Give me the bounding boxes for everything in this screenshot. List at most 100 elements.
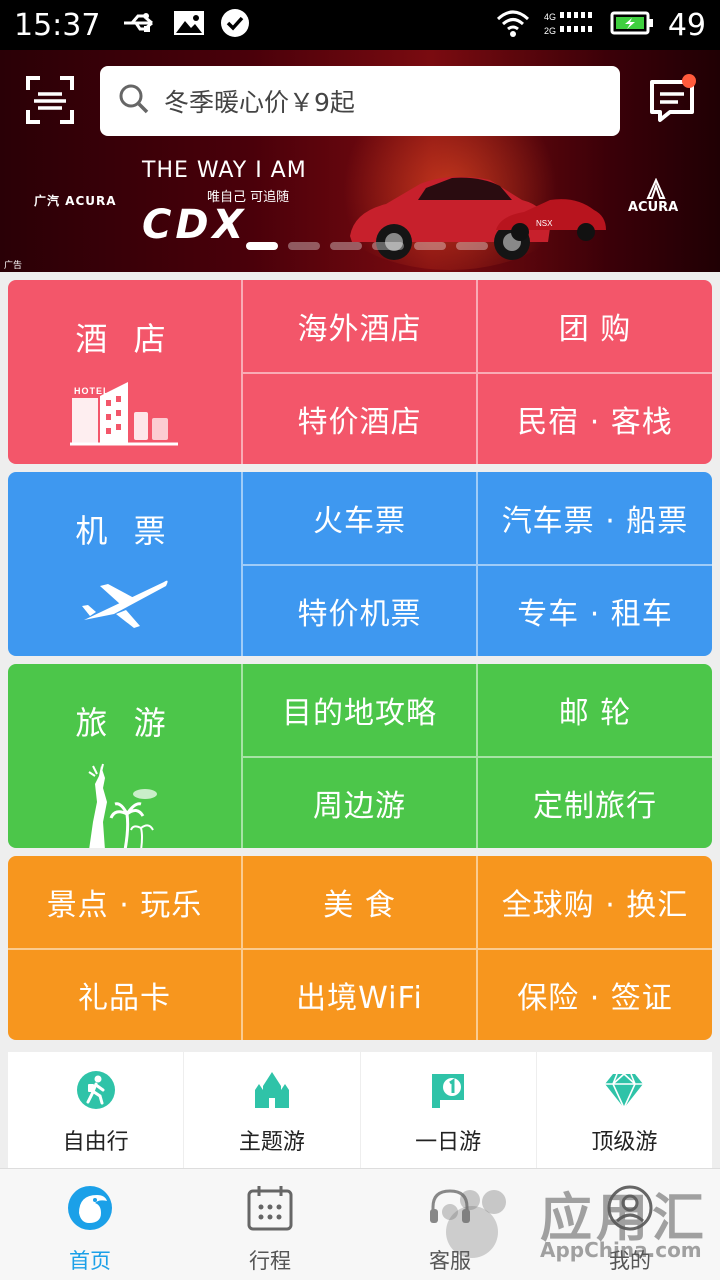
attractions-label: 景点 · 玩乐 — [46, 888, 203, 923]
hotel-icon: HOTEL — [69, 378, 180, 456]
one-day-flag-icon — [428, 1070, 468, 1114]
wifi-rental-label: 出境WiFi — [296, 981, 423, 1016]
day-tour-label: 一日游 — [415, 1130, 482, 1155]
nearby-tour-label: 周边游 — [313, 789, 406, 824]
discount-flight-tile[interactable]: 特价机票 — [241, 564, 476, 656]
search-bar[interactable]: 冬季暖心价￥9起 — [100, 66, 620, 136]
tab-home[interactable]: 首页 — [0, 1169, 180, 1280]
check-circle-icon — [220, 8, 250, 42]
pagination-dot[interactable] — [456, 242, 488, 250]
castle-icon — [251, 1070, 293, 1114]
statue-of-liberty-icon — [85, 762, 165, 848]
signal-4g-icon: 4G 2G — [544, 8, 596, 42]
bus-ferry-ticket-tile[interactable]: 汽车票 · 船票 — [476, 472, 712, 564]
global-shopping-tile[interactable]: 全球购 · 换汇 — [476, 856, 712, 948]
diamond-icon — [603, 1070, 645, 1114]
tab-itinerary-label: 行程 — [249, 1249, 291, 1273]
travel-main-tile[interactable]: 旅 游 — [8, 664, 241, 848]
wifi-icon — [496, 9, 530, 41]
pagination-dot[interactable] — [288, 242, 320, 250]
status-bar: 15:37 4G 2G 49 — [0, 0, 720, 50]
tab-home-label: 首页 — [69, 1249, 111, 1273]
theme-tour-entry[interactable]: 主题游 — [183, 1052, 359, 1168]
flight-section: 机 票 火车票 汽车票 · 船票 特价机票 专车 · 租车 — [8, 472, 712, 656]
nearby-tour-tile[interactable]: 周边游 — [241, 756, 476, 848]
homestay-inn-tile[interactable]: 民宿 · 客栈 — [476, 372, 712, 464]
pagination-dot[interactable] — [414, 242, 446, 250]
tab-itinerary[interactable]: 行程 — [180, 1169, 360, 1280]
ad-model-name: CDX — [142, 202, 248, 248]
group-buy-label: 团 购 — [558, 312, 632, 347]
svg-text:4G: 4G — [544, 12, 556, 22]
custom-trip-tile[interactable]: 定制旅行 — [476, 756, 712, 848]
pagination-dot[interactable] — [330, 242, 362, 250]
discount-hotel-label: 特价酒店 — [297, 405, 422, 440]
unread-dot — [682, 74, 696, 88]
car-rental-label: 专车 · 租车 — [517, 597, 673, 632]
cruise-label: 邮 轮 — [558, 696, 632, 731]
search-placeholder: 冬季暖心价￥9起 — [164, 88, 355, 117]
bus-ferry-ticket-label: 汽车票 · 船票 — [501, 504, 689, 539]
insurance-visa-label: 保险 · 签证 — [517, 981, 673, 1016]
theme-tour-label: 主题游 — [238, 1130, 305, 1155]
flight-main-tile[interactable]: 机 票 — [8, 472, 241, 656]
headset-icon — [425, 1183, 475, 1237]
food-label: 美 食 — [323, 888, 396, 923]
insurance-visa-tile[interactable]: 保险 · 签证 — [476, 948, 712, 1040]
day-tour-entry[interactable]: 一日游 — [359, 1052, 536, 1168]
ad-tagline: THE WAY I AM — [142, 158, 307, 183]
cruise-tile[interactable]: 邮 轮 — [476, 664, 712, 756]
ad-brand-left: 广汽 ACURA — [34, 194, 117, 208]
homestay-inn-label: 民宿 · 客栈 — [517, 405, 673, 440]
search-icon — [118, 83, 150, 119]
pagination-dot[interactable] — [246, 242, 278, 250]
battery-level: 49 — [667, 7, 706, 43]
status-time: 15:37 — [14, 7, 101, 43]
more-services-section: 景点 · 玩乐 美 食 全球购 · 换汇 礼品卡 出境WiFi 保险 · 签证 — [8, 856, 712, 1040]
group-buy-tile[interactable]: 团 购 — [476, 280, 712, 372]
dolphin-home-icon — [65, 1183, 115, 1237]
image-icon — [172, 9, 206, 41]
overseas-hotel-label: 海外酒店 — [297, 312, 422, 347]
food-tile[interactable]: 美 食 — [241, 856, 476, 948]
hotel-main-tile[interactable]: 酒 店 HOTEL — [8, 280, 241, 464]
calendar-icon — [245, 1183, 295, 1237]
free-travel-entry[interactable]: 自由行 — [8, 1052, 183, 1168]
car-rental-tile[interactable]: 专车 · 租车 — [476, 564, 712, 656]
backpacker-icon — [76, 1070, 116, 1114]
quick-entries: 自由行 主题游 一日游 顶级游 — [8, 1052, 712, 1168]
tab-customer-service-label: 客服 — [429, 1249, 471, 1273]
hotel-main-label: 酒 店 — [75, 320, 174, 358]
travel-section: 旅 游 目的地攻略 邮 轮 周边游 定制旅行 — [8, 664, 712, 848]
watermark-subtext: AppChina.com — [540, 1238, 702, 1262]
hotel-section: 酒 店 HOTEL 海外酒店 团 购 特价酒店 民宿 · 客栈 — [8, 280, 712, 464]
train-ticket-label: 火车票 — [313, 504, 406, 539]
global-shopping-label: 全球购 · 换汇 — [501, 888, 689, 923]
ad-label: 广告 — [4, 261, 23, 271]
car-label: NSX — [536, 219, 553, 228]
pagination-dot[interactable] — [372, 242, 404, 250]
attractions-tile[interactable]: 景点 · 玩乐 — [8, 856, 241, 948]
luxury-tour-entry[interactable]: 顶级游 — [535, 1052, 712, 1168]
custom-trip-label: 定制旅行 — [533, 789, 657, 824]
scan-icon[interactable] — [24, 74, 76, 126]
train-ticket-tile[interactable]: 火车票 — [241, 472, 476, 564]
free-travel-label: 自由行 — [62, 1130, 129, 1155]
overseas-hotel-tile[interactable]: 海外酒店 — [241, 280, 476, 372]
wifi-rental-tile[interactable]: 出境WiFi — [241, 948, 476, 1040]
gift-card-tile[interactable]: 礼品卡 — [8, 948, 241, 1040]
gift-card-label: 礼品卡 — [78, 981, 171, 1016]
ad-banner[interactable]: 冬季暖心价￥9起 广汽 ACURA THE WAY I AM 唯自己 可追随 C… — [0, 50, 720, 272]
destination-guide-label: 目的地攻略 — [282, 696, 437, 731]
tab-customer-service[interactable]: 客服 — [360, 1169, 540, 1280]
flight-main-label: 机 票 — [75, 512, 174, 550]
svg-text:2G: 2G — [544, 26, 556, 36]
acura-logo-icon — [646, 178, 666, 199]
discount-hotel-tile[interactable]: 特价酒店 — [241, 372, 476, 464]
banner-pagination — [246, 242, 488, 250]
destination-guide-tile[interactable]: 目的地攻略 — [241, 664, 476, 756]
ad-brand-right: ACURA — [628, 200, 679, 215]
battery-icon — [610, 10, 654, 40]
airplane-icon — [80, 570, 170, 638]
luxury-tour-label: 顶级游 — [591, 1130, 658, 1155]
